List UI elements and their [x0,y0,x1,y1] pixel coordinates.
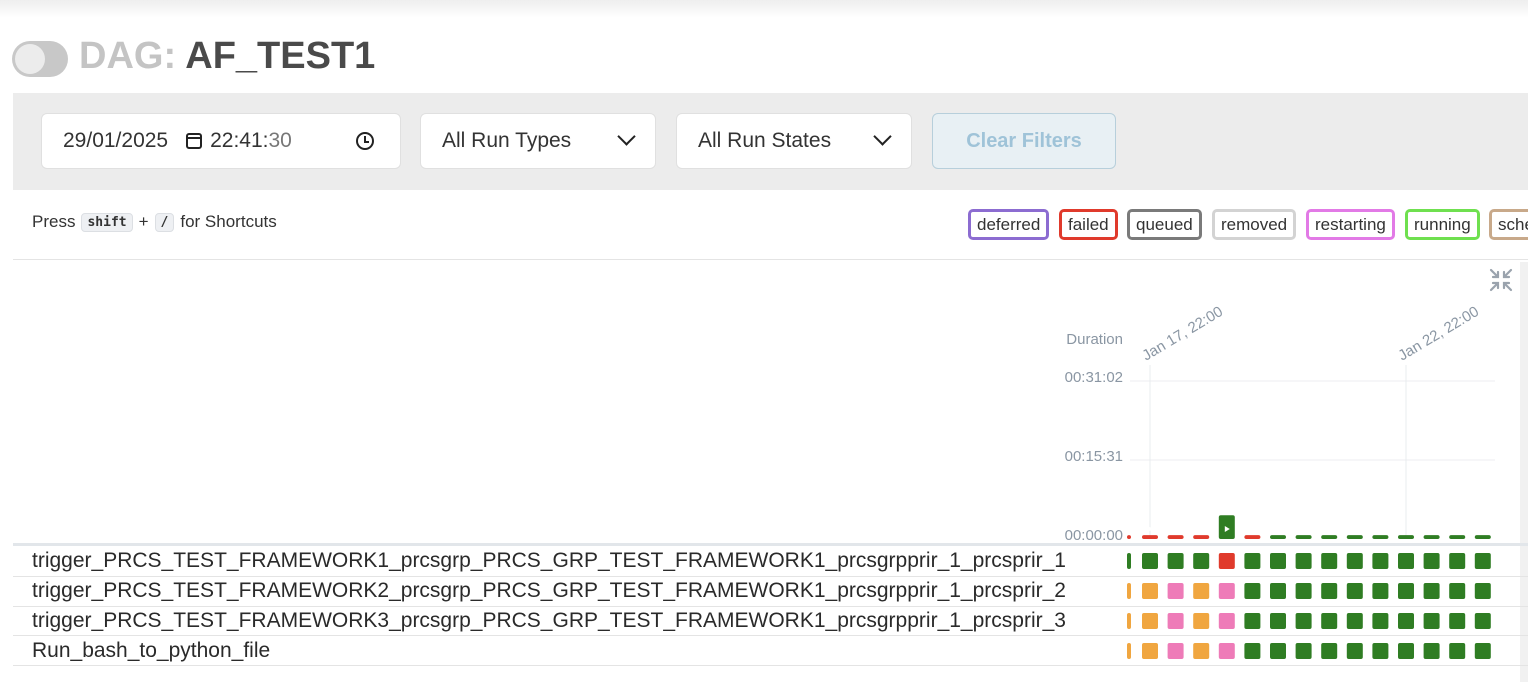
task-instance-cell [1423,553,1440,569]
task-instance-cell [1295,583,1312,599]
task-instance-cell [1423,613,1440,629]
duration-bar [1474,535,1491,539]
duration-bar [1270,535,1286,539]
task-instance-cell [1193,583,1210,599]
row-divider [13,576,1528,577]
task-instance-cell [1142,613,1158,629]
task-instance-cell [1142,643,1158,659]
task-instance-cell [1244,553,1261,569]
task-instance-cell [1167,613,1184,629]
task-instance-cell [1127,613,1131,629]
task-instance-cell [1398,553,1414,569]
duration-bar [1449,535,1466,539]
chart-ylabel: Duration [1066,331,1123,348]
task-instance-cell [1142,553,1158,569]
duration-bar [1167,535,1184,539]
task-instance-cell [1193,643,1210,659]
task-instance-cell [1398,643,1414,659]
task-instance-cell [1270,643,1286,659]
task-instance-cell [1127,583,1131,599]
task-instance-cell [1295,553,1312,569]
task-instance-cell [1449,553,1466,569]
task-instance-cell [1372,643,1389,659]
task-name[interactable]: trigger_PRCS_TEST_FRAMEWORK1_prcsgrp_PRC… [32,549,1066,573]
task-instance-cell [1321,613,1338,629]
task-instance-cell [1423,583,1440,599]
row-divider [13,606,1528,607]
row-divider [13,665,1528,666]
task-instance-cell [1398,583,1414,599]
duration-bar [1142,535,1158,539]
x-axis: Jan 17, 22:00 Jan 22, 22:00 [1139,303,1482,539]
task-instance-cell [1218,553,1235,569]
task-instance-cell [1244,583,1261,599]
task-instance-cell [1167,583,1184,599]
task-instance-cell [1372,553,1389,569]
task-instance-cell [1167,643,1184,659]
duration-bar [1372,535,1389,539]
task-instance-cell [1295,643,1312,659]
duration-bar [1321,535,1338,539]
task-name[interactable]: trigger_PRCS_TEST_FRAMEWORK3_prcsgrp_PRC… [32,609,1066,633]
task-instance-cell [1449,583,1466,599]
duration-bar [1127,535,1131,539]
task-instance-cell [1423,643,1440,659]
task-instance-cell [1167,553,1184,569]
task-instance-cell [1474,613,1491,629]
duration-bar [1193,535,1210,539]
x-tick-label: Jan 17, 22:00 [1139,303,1226,364]
task-instance-cell [1270,583,1286,599]
task-instance-cell [1270,553,1286,569]
task-instance-cell [1346,583,1363,599]
duration-bar [1295,535,1312,539]
task-instance-cell [1346,643,1363,659]
manual-run-icon [1276,526,1281,532]
duration-bars [1127,515,1491,539]
task-instance-cell [1193,613,1210,629]
task-instance-cell [1127,553,1131,569]
duration-bar [1398,535,1414,539]
task-instance-cell [1295,613,1312,629]
task-instance-cell [1346,613,1363,629]
task-instance-cell [1218,613,1235,629]
task-instance-cell [1218,583,1235,599]
task-instance-cell [1218,643,1235,659]
row-divider [13,635,1528,636]
task-instance-cell [1474,553,1491,569]
task-instance-cell [1244,643,1261,659]
manual-run-icon [1173,526,1179,532]
y-tick-label: 00:15:31 [1065,448,1123,465]
task-instance-cell [1474,643,1491,659]
y-tick-label: 00:00:00 [1065,527,1123,544]
manual-run-icon [1199,526,1205,532]
task-instance-cell [1372,613,1389,629]
task-instance-cell [1372,583,1389,599]
task-instance-cell [1193,553,1210,569]
manual-run-icon [1250,526,1256,532]
task-instance-cell [1449,613,1466,629]
task-instance-cell [1449,643,1466,659]
task-instance-cell [1321,553,1338,569]
x-tick-label: Jan 22, 22:00 [1395,303,1482,364]
task-instance-cell [1142,583,1158,599]
y-axis: 00:31:02 00:15:31 00:00:00 [1065,369,1495,544]
duration-bar [1423,535,1440,539]
duration-bar [1346,535,1363,539]
duration-bar [1244,535,1261,539]
task-instance-cell [1127,643,1131,659]
task-name[interactable]: trigger_PRCS_TEST_FRAMEWORK2_prcsgrp_PRC… [32,579,1066,603]
duration-bar [1218,515,1235,539]
task-instance-cell [1321,643,1338,659]
task-instance-cell [1244,613,1261,629]
chart-divider [13,543,1528,546]
task-instance-cell [1398,613,1414,629]
task-instance-cell [1321,583,1338,599]
task-instance-cell [1270,613,1286,629]
task-instance-cell [1346,553,1363,569]
y-tick-label: 00:31:02 [1065,369,1123,386]
task-name[interactable]: Run_bash_to_python_file [32,639,270,663]
task-instance-cell [1474,583,1491,599]
